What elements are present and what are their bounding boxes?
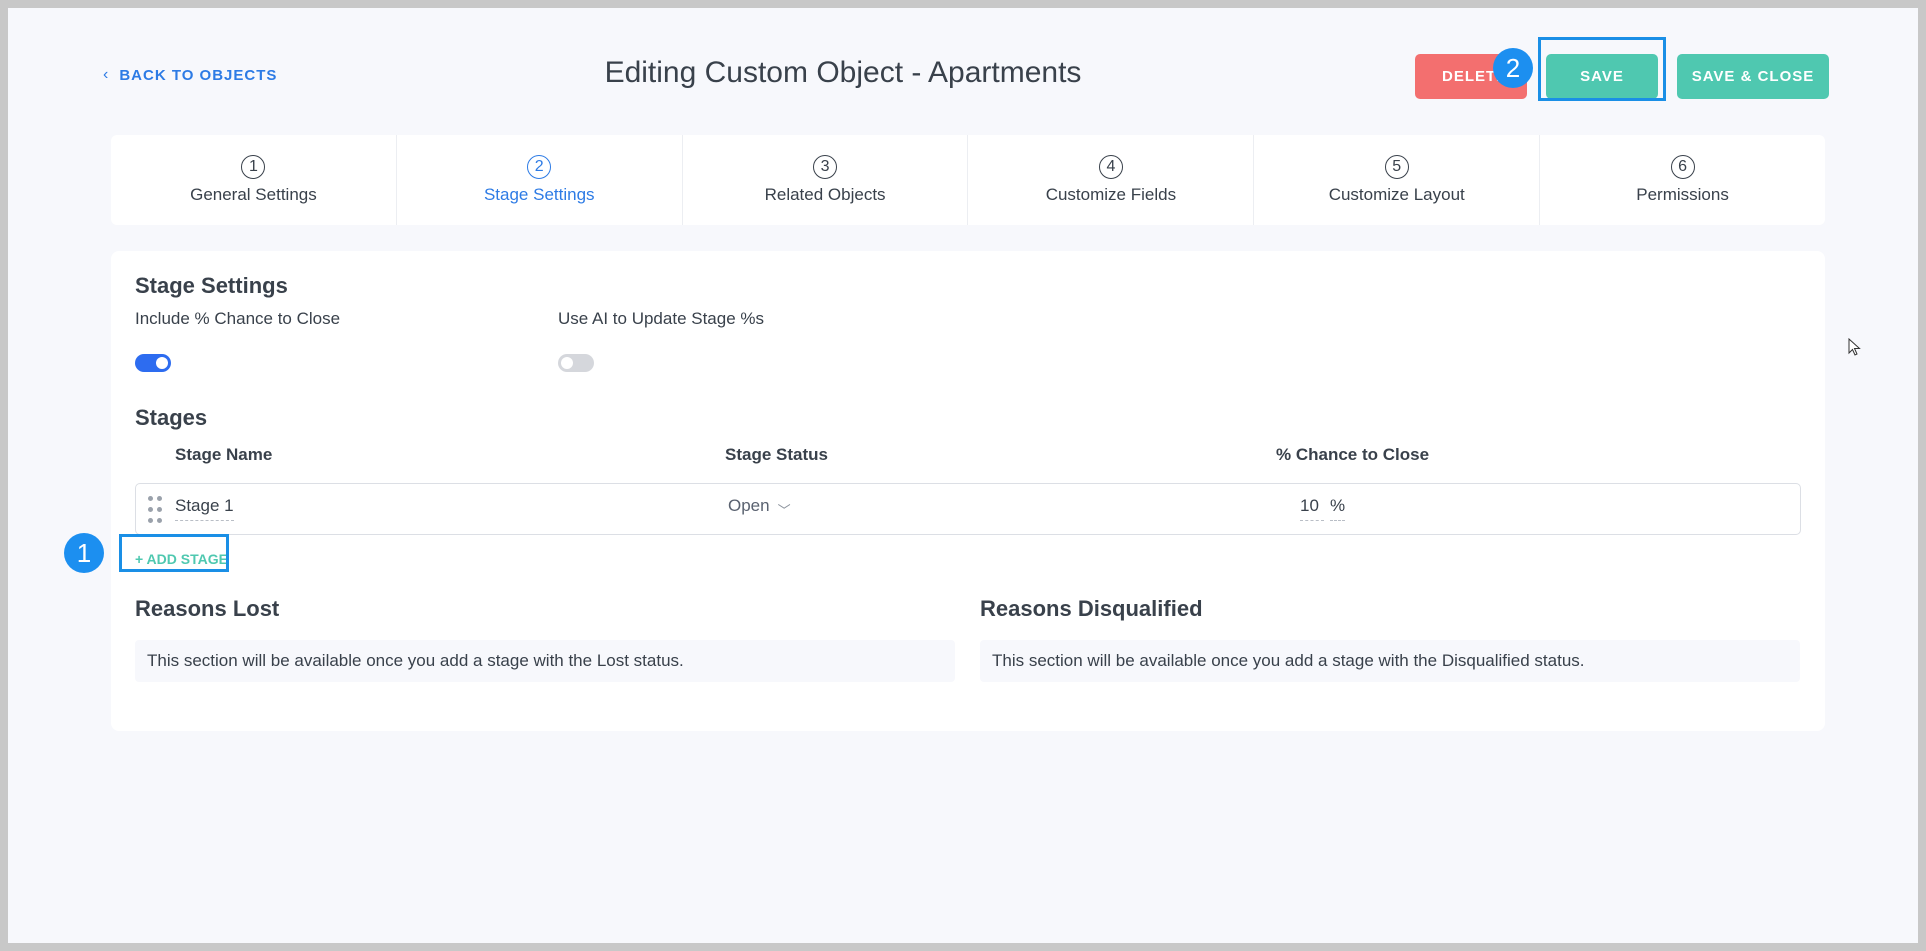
include-chance-toggle[interactable] — [135, 354, 171, 372]
step-label: Related Objects — [764, 185, 886, 204]
step-number: 4 — [1098, 155, 1123, 179]
save-and-close-button[interactable]: SAVE & CLOSE — [1677, 54, 1829, 99]
stages-title: Stages — [135, 405, 208, 430]
step-label: Stage Settings — [483, 185, 595, 204]
step-number: 3 — [813, 155, 838, 179]
toggle-knob — [561, 357, 573, 369]
col-stage-name: Stage Name — [175, 445, 273, 464]
tab-general-settings[interactable]: 1 General Settings — [111, 135, 397, 225]
reasons-disqualified-message: This section will be available once you … — [980, 640, 1800, 682]
save-button[interactable]: SAVE — [1546, 54, 1658, 99]
step-number: 1 — [241, 155, 266, 179]
step-label: General Settings — [190, 185, 317, 204]
chance-field[interactable]: 10 — [1300, 496, 1324, 521]
step-number: 2 — [527, 155, 552, 179]
step-label: Customize Layout — [1328, 185, 1465, 204]
include-chance-label: Include % Chance to Close — [135, 309, 341, 328]
step-number: 5 — [1384, 155, 1409, 179]
use-ai-label: Use AI to Update Stage %s — [558, 309, 765, 328]
col-stage-status: Stage Status — [725, 445, 828, 464]
reasons-disqualified-title: Reasons Disqualified — [980, 596, 1203, 621]
stage-name-field[interactable]: Stage 1 — [175, 496, 234, 521]
tab-customize-layout[interactable]: 5 Customize Layout — [1254, 135, 1541, 225]
step-number: 6 — [1670, 155, 1695, 179]
step-badge-2: 2 — [1493, 48, 1533, 88]
stage-settings-title: Stage Settings — [135, 273, 288, 298]
step-label: Permissions — [1636, 185, 1729, 204]
percent-unit: % — [1330, 496, 1346, 521]
step-label: Customize Fields — [1045, 185, 1177, 204]
chevron-down-icon: ﹀ — [777, 503, 791, 518]
step-badge-1: 1 — [64, 533, 104, 573]
tab-related-objects[interactable]: 3 Related Objects — [683, 135, 969, 225]
stage-status-value: Open — [728, 496, 770, 515]
tab-permissions[interactable]: 6 Permissions — [1540, 135, 1825, 225]
reasons-lost-message: This section will be available once you … — [135, 640, 955, 682]
stage-status-dropdown[interactable]: Open ﹀ — [728, 496, 791, 519]
drag-handle-icon[interactable] — [148, 496, 162, 524]
tab-stage-settings[interactable]: 2 Stage Settings — [397, 135, 683, 225]
add-stage-button[interactable]: + ADD STAGE — [135, 551, 228, 567]
use-ai-toggle[interactable] — [558, 354, 594, 372]
tab-customize-fields[interactable]: 4 Customize Fields — [968, 135, 1255, 225]
mouse-cursor-icon — [1848, 338, 1861, 356]
app-frame: ‹ BACK TO OBJECTS Editing Custom Object … — [8, 8, 1918, 943]
toggle-knob — [156, 357, 168, 369]
stage-settings-card: Stage Settings Include % Chance to Close… — [111, 251, 1825, 731]
reasons-lost-title: Reasons Lost — [135, 596, 280, 621]
stage-row: Stage 1 Open ﹀ 10 % — [135, 483, 1801, 535]
col-chance-to-close: % Chance to Close — [1276, 445, 1430, 464]
wizard-steps: 1 General Settings 2 Stage Settings 3 Re… — [111, 135, 1825, 225]
